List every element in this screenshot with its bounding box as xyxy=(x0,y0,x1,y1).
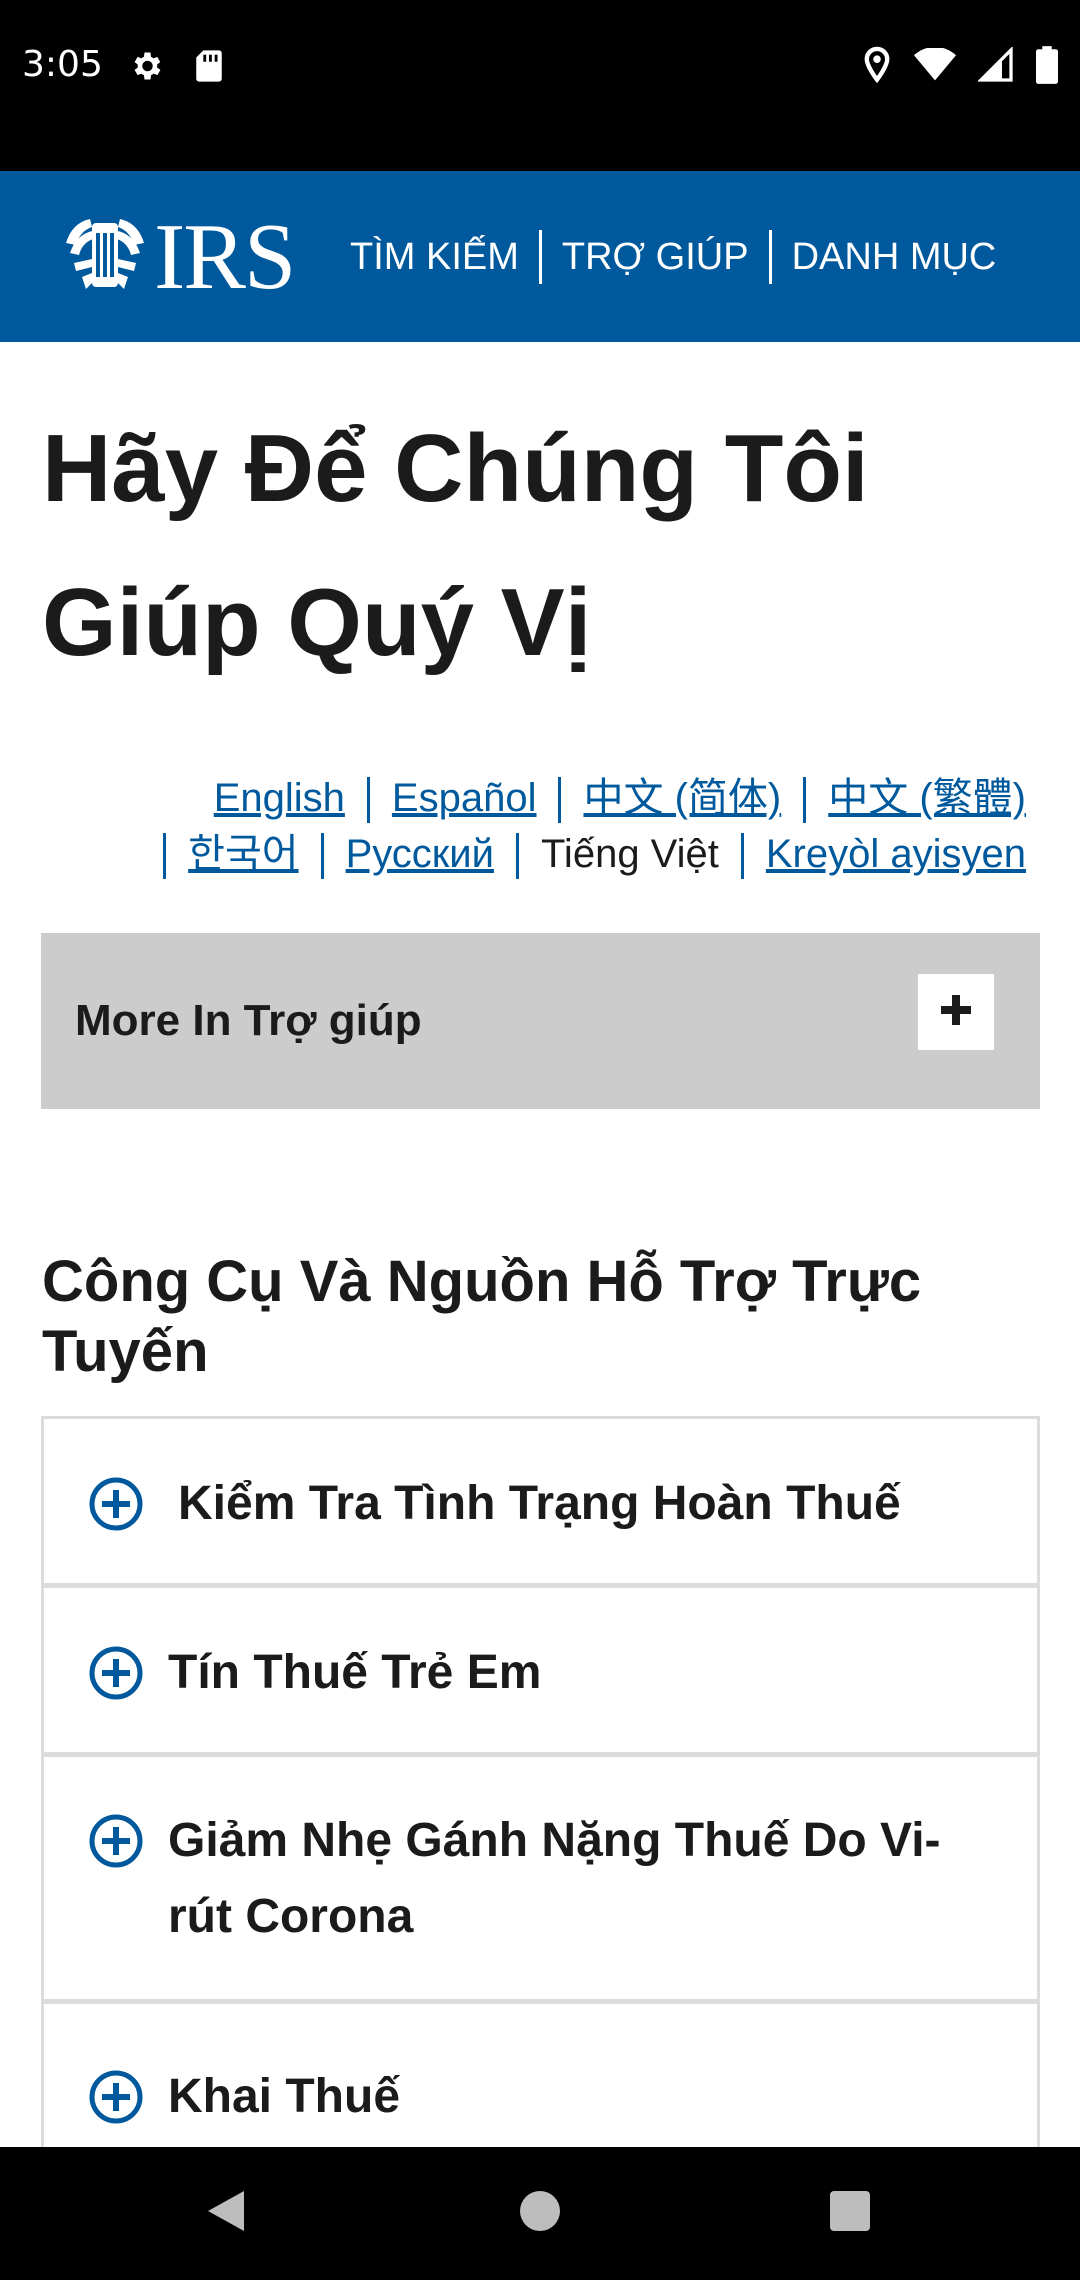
irs-logo[interactable]: IRS xyxy=(62,205,296,309)
circle-plus-icon xyxy=(88,1476,144,1537)
irs-logo-text: IRS xyxy=(154,205,296,309)
circle-plus-icon xyxy=(88,1813,144,1874)
lang-separator xyxy=(320,833,324,880)
nav-menu-link[interactable]: DANH MỤC xyxy=(772,230,1017,284)
section-heading: Công Cụ Và Nguồn Hỗ Trợ Trực Tuyến xyxy=(42,1249,922,1384)
home-icon xyxy=(518,2189,562,2238)
system-nav-bar xyxy=(0,2147,1080,2280)
accordion-item-file-taxes[interactable]: Khai Thuế xyxy=(41,2001,1040,2171)
lang-separator xyxy=(163,833,167,880)
back-button[interactable] xyxy=(166,2147,286,2280)
accordion-label: Khai Thuế xyxy=(168,2070,401,2123)
lang-current-vietnamese: Tiếng Việt xyxy=(540,832,719,876)
page-title: Hãy Để Chúng Tôi Giúp Quý Vị xyxy=(42,415,869,676)
eagle-seal-icon xyxy=(62,213,148,302)
accordion-item-coronavirus-relief[interactable]: Giảm Nhẹ Gánh Nặng Thuế Do Vi-rút Corona xyxy=(41,1754,1040,2002)
lang-link-russian[interactable]: Русский xyxy=(346,832,494,876)
gear-icon xyxy=(128,48,164,89)
back-icon xyxy=(204,2187,248,2240)
circle-plus-icon xyxy=(88,1645,144,1706)
circle-plus-icon xyxy=(88,2069,144,2130)
lang-separator xyxy=(803,777,807,824)
more-in-help-panel[interactable]: More In Trợ giúp xyxy=(41,933,1040,1109)
lang-link-chinese-simplified[interactable]: 中文 (简体) xyxy=(583,776,781,820)
recents-icon xyxy=(829,2190,871,2237)
accordion-label: Giảm Nhẹ Gánh Nặng Thuế Do Vi-rút Corona xyxy=(168,1814,941,1943)
expand-button[interactable] xyxy=(918,974,994,1050)
lang-link-korean[interactable]: 한국어 xyxy=(188,832,298,876)
nav-search-link[interactable]: TÌM KIẾM xyxy=(330,229,542,284)
sd-card-icon xyxy=(194,49,224,88)
site-header: IRS TÌM KIẾM TRỢ GIÚP DANH MỤC xyxy=(0,171,1080,342)
lang-link-chinese-traditional[interactable]: 中文 (繁體) xyxy=(828,776,1026,820)
lang-separator xyxy=(558,777,562,824)
plus-icon xyxy=(938,992,974,1033)
wifi-icon xyxy=(914,46,956,87)
battery-icon xyxy=(1036,46,1058,89)
home-button[interactable] xyxy=(480,2147,600,2280)
lang-link-spanish[interactable]: Español xyxy=(392,776,537,820)
more-in-help-label: More In Trợ giúp xyxy=(75,996,422,1045)
lang-link-english[interactable]: English xyxy=(214,776,345,820)
accordion-item-refund-status[interactable]: Kiểm Tra Tình Trạng Hoàn Thuế xyxy=(41,1416,1040,1586)
accordion-label: Kiểm Tra Tình Trạng Hoàn Thuế xyxy=(178,1477,901,1530)
status-time: 3:05 xyxy=(22,44,103,85)
location-icon xyxy=(862,46,892,89)
lang-separator xyxy=(740,833,744,880)
accordion-item-child-tax-credit[interactable]: Tín Thuế Trẻ Em xyxy=(41,1585,1040,1755)
lang-separator xyxy=(515,833,519,880)
nav-help-link[interactable]: TRỢ GIÚP xyxy=(542,229,772,284)
language-selector: English Español 中文 (简体) 中文 (繁體) 한국어 Русский T… xyxy=(66,770,1026,882)
lang-separator xyxy=(366,777,370,824)
status-bar: 3:05 xyxy=(0,0,1080,171)
online-tools-accordion: Kiểm Tra Tình Trạng Hoàn Thuế Tín Thuế T… xyxy=(41,1416,1040,2171)
lang-link-haitian-creole[interactable]: Kreyòl ayisyen xyxy=(766,832,1026,876)
header-nav: TÌM KIẾM TRỢ GIÚP DANH MỤC xyxy=(330,171,1016,342)
signal-icon xyxy=(977,46,1014,88)
recents-button[interactable] xyxy=(790,2147,910,2280)
accordion-label: Tín Thuế Trẻ Em xyxy=(168,1646,542,1699)
